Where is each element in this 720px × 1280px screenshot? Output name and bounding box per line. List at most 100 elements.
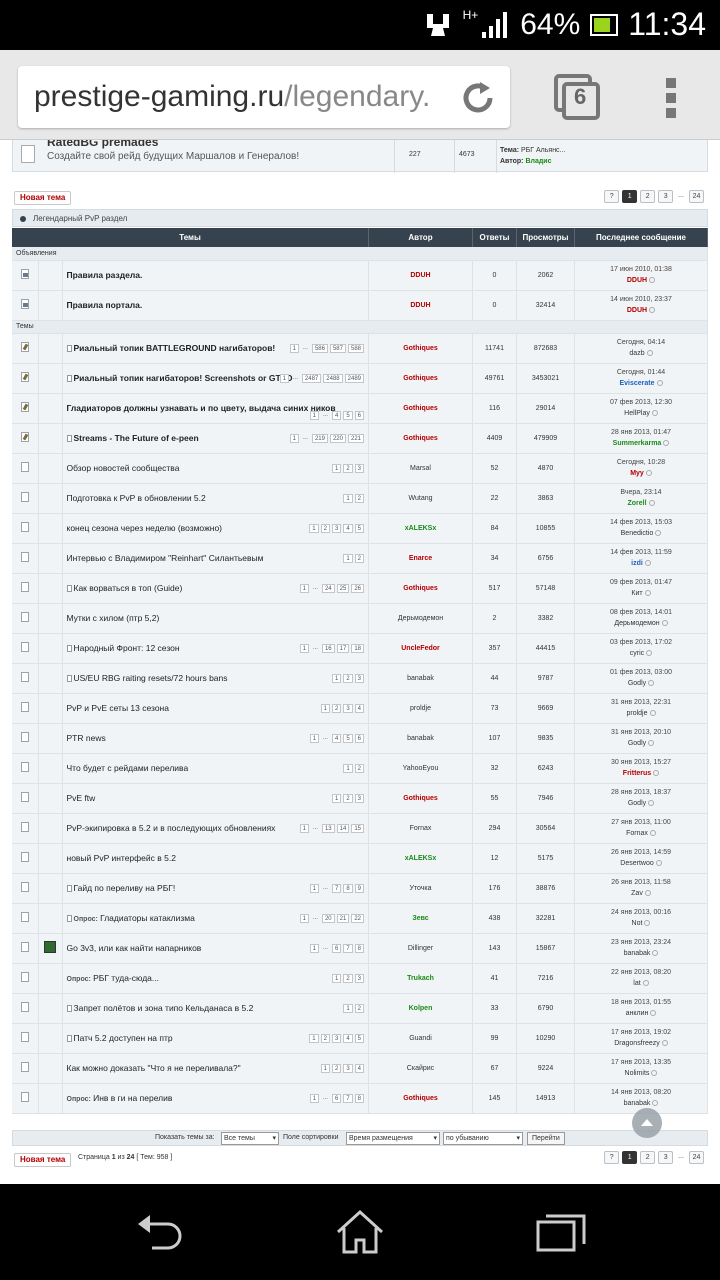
topic-row[interactable]: PTR news 1... 4 5 6 banabak 107 9835 31 янв 2013… bbox=[12, 723, 708, 754]
topic-row[interactable]: Опрос: Гладиаторы катаклизма 1... 20 21 22 Зе… bbox=[12, 903, 708, 934]
topic-page-link[interactable]: 1 bbox=[309, 883, 319, 893]
topic-row[interactable]: Как можно доказать "Что я не переливала?… bbox=[12, 1053, 708, 1084]
topic-title[interactable]: Правила портала. bbox=[67, 300, 143, 310]
pagination-top-page-1[interactable]: 1 bbox=[622, 190, 638, 203]
topic-row[interactable]: PvP и PvE сеты 13 сезона 1 2 3 4 proldje 73 966… bbox=[12, 693, 708, 724]
last-post-author[interactable]: cyric bbox=[630, 650, 644, 657]
topic-page-link[interactable]: 1 bbox=[331, 793, 342, 803]
topic-row[interactable]: конец сезона через неделю (возможно) 1 2 3 4… bbox=[12, 513, 708, 544]
topic-page-link[interactable]: 7 bbox=[343, 1093, 353, 1103]
back-icon[interactable] bbox=[130, 1204, 190, 1260]
topic-page-link[interactable]: 20 bbox=[321, 913, 335, 923]
topic-row[interactable]: PvE ftw 1 2 3 Gothiques 55 7946 28 янв 2013, 18… bbox=[12, 783, 708, 814]
new-topic-button[interactable]: Новая тема bbox=[14, 191, 72, 205]
last-post-author[interactable]: Godly bbox=[628, 680, 646, 687]
last-post-author[interactable]: dazb bbox=[629, 350, 644, 357]
topic-row[interactable]: Риальный топик BATTLEGROUND нагибаторов!… bbox=[12, 333, 708, 364]
topic-author-link[interactable]: xALEKSx bbox=[405, 855, 437, 862]
topic-author-link[interactable]: UncleFedor bbox=[401, 645, 440, 652]
col-topics[interactable]: Темы bbox=[12, 228, 369, 247]
last-topic-link[interactable]: РБГ Альянс... bbox=[521, 147, 565, 154]
topic-page-link[interactable]: 2488 bbox=[323, 373, 343, 383]
topic-row[interactable]: Streams - The Future of e-peen 1... 219 220… bbox=[12, 423, 708, 454]
topic-title[interactable]: Правила раздела. bbox=[67, 270, 143, 280]
goto-last-post-icon[interactable] bbox=[661, 1040, 668, 1047]
reload-icon[interactable] bbox=[460, 80, 496, 116]
topic-page-link[interactable]: 220 bbox=[329, 433, 346, 443]
goto-last-post-icon[interactable] bbox=[648, 740, 655, 747]
col-replies[interactable]: Ответы bbox=[472, 228, 517, 247]
topic-page-link[interactable]: 1 bbox=[299, 583, 309, 593]
topic-row[interactable]: Гайд по переливу на РБГ! 1... 7 8 9 Уточка 176… bbox=[12, 873, 708, 904]
topic-page-link[interactable]: 3 bbox=[331, 1033, 342, 1043]
col-author[interactable]: Автор bbox=[368, 228, 473, 247]
last-post-author[interactable]: Nolimits bbox=[625, 1070, 650, 1077]
topic-page-link[interactable]: 4 bbox=[354, 1063, 364, 1073]
last-post-author[interactable]: Summerkarma bbox=[613, 440, 662, 447]
pagination-bottom-page-1[interactable]: 1 bbox=[622, 1151, 638, 1164]
topic-author-link[interactable]: Дерьмодемон bbox=[398, 615, 443, 622]
sort-field-select[interactable]: Время размещения ▾ bbox=[346, 1132, 440, 1145]
last-post-author[interactable]: Fornax bbox=[626, 830, 648, 837]
topic-title[interactable]: конец сезона через неделю (возможно) bbox=[67, 523, 223, 533]
topic-page-link[interactable]: 6 bbox=[354, 733, 364, 743]
topic-row[interactable]: Подготовка к PvP в обновлении 5.2 1 2 Wutan… bbox=[12, 483, 708, 514]
topic-page-link[interactable]: 16 bbox=[321, 643, 335, 653]
topic-page-link[interactable]: 1 bbox=[289, 433, 299, 443]
recent-apps-icon[interactable] bbox=[530, 1204, 590, 1260]
topic-row[interactable]: Риальный топик нагибаторов! Screenshots … bbox=[12, 363, 708, 394]
goto-last-post-icon[interactable] bbox=[649, 830, 656, 837]
topic-title[interactable]: Гайд по переливу на РБГ! bbox=[74, 883, 176, 893]
topic-page-link[interactable]: 13 bbox=[321, 823, 335, 833]
topic-author-link[interactable]: Gothiques bbox=[403, 795, 438, 802]
topic-page-link[interactable]: 2 bbox=[343, 673, 353, 683]
topic-page-link[interactable]: 7 bbox=[343, 943, 353, 953]
goto-last-post-icon[interactable] bbox=[651, 1070, 658, 1077]
pagination-top-page-3[interactable]: 3 bbox=[658, 190, 674, 203]
topic-row[interactable]: PvP-экипировка в 5.2 и в последующих обн… bbox=[12, 813, 708, 844]
topic-page-link[interactable]: 221 bbox=[347, 433, 364, 443]
topic-row[interactable]: Гладиаторов должны узнавать и по цвету, … bbox=[12, 393, 708, 424]
go-button[interactable]: Перейти bbox=[527, 1132, 565, 1145]
sort-order-select[interactable]: по убыванию ▾ bbox=[443, 1132, 523, 1145]
last-post-author[interactable]: Eviscerate bbox=[619, 380, 654, 387]
last-post-author[interactable]: Zav bbox=[631, 890, 643, 897]
topic-page-link[interactable]: 1 bbox=[331, 673, 342, 683]
topic-row[interactable]: Go 3v3, или как найти напарников 1... 6 7 8 D… bbox=[12, 933, 708, 964]
topic-page-link[interactable]: 3 bbox=[354, 973, 364, 983]
topic-page-link[interactable]: 25 bbox=[336, 583, 350, 593]
last-post-author[interactable]: Fritterus bbox=[623, 770, 651, 777]
topic-page-link[interactable]: 24 bbox=[321, 583, 335, 593]
topic-page-link[interactable]: 2 bbox=[354, 1003, 364, 1013]
last-post-author[interactable]: banabak bbox=[624, 950, 651, 957]
new-topic-button-bottom[interactable]: Новая тема bbox=[14, 1153, 72, 1167]
topic-page-link[interactable]: 1 bbox=[309, 1093, 319, 1103]
topic-page-link[interactable]: 1 bbox=[299, 643, 309, 653]
pagination-top-jump-button[interactable]: ? bbox=[604, 190, 620, 203]
topic-page-link[interactable]: 1 bbox=[331, 973, 342, 983]
topic-title[interactable]: Риальный топик нагибаторов! Screenshots … bbox=[74, 373, 293, 383]
pagination-bottom-jump-button[interactable]: ? bbox=[604, 1151, 620, 1164]
topic-page-link[interactable]: 2 bbox=[354, 493, 364, 503]
goto-last-post-icon[interactable] bbox=[649, 710, 656, 717]
topic-author-link[interactable]: Gothiques bbox=[403, 585, 438, 592]
goto-last-post-icon[interactable] bbox=[651, 410, 658, 417]
topic-author-link[interactable]: Wutang bbox=[409, 495, 433, 502]
topic-title[interactable]: Как можно доказать "Что я не переливала?… bbox=[67, 1063, 241, 1073]
topic-title[interactable]: Как ворваться в топ (Guide) bbox=[74, 583, 183, 593]
topic-page-link[interactable]: 1 bbox=[309, 1033, 319, 1043]
goto-last-post-icon[interactable] bbox=[649, 307, 656, 314]
last-author-link[interactable]: Владис bbox=[525, 158, 551, 165]
topic-title[interactable]: Народный Фронт: 12 сезон bbox=[74, 643, 180, 653]
last-post-author[interactable]: DDUH bbox=[627, 307, 647, 314]
topic-page-link[interactable]: 2 bbox=[343, 973, 353, 983]
topic-page-link[interactable]: 26 bbox=[351, 583, 364, 593]
topic-title[interactable]: Гладиаторы катаклизма bbox=[100, 913, 195, 923]
last-post-author[interactable]: Desertwoo bbox=[620, 860, 653, 867]
topic-page-link[interactable]: 4 bbox=[343, 523, 353, 533]
forum-title[interactable]: RatedBG premades bbox=[47, 140, 158, 149]
topic-author-link[interactable]: Gothiques bbox=[403, 375, 438, 382]
topic-page-link[interactable]: 1 bbox=[279, 373, 289, 383]
goto-last-post-icon[interactable] bbox=[648, 800, 655, 807]
goto-last-post-icon[interactable] bbox=[648, 680, 655, 687]
